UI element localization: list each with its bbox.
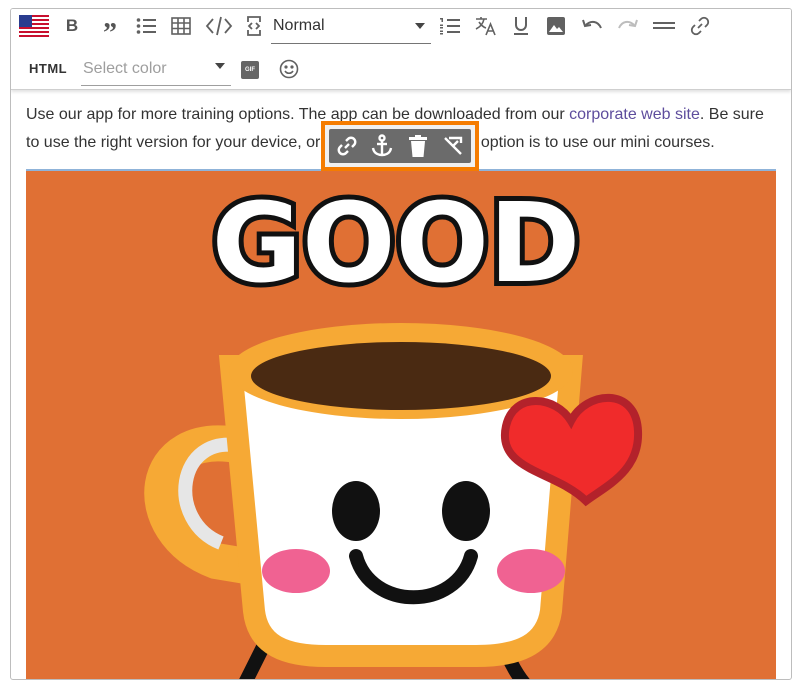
format-select-value: Normal bbox=[273, 17, 325, 34]
embedded-image[interactable]: GOOD bbox=[26, 169, 776, 679]
html-button[interactable]: HTML bbox=[29, 61, 67, 76]
corporate-link[interactable]: corporate web site bbox=[569, 106, 700, 123]
emoji-icon[interactable] bbox=[278, 58, 300, 85]
color-select-input[interactable] bbox=[81, 59, 205, 79]
good-text: GOOD bbox=[212, 179, 581, 307]
undo-icon[interactable] bbox=[579, 13, 605, 39]
paragraph-format-select[interactable]: Normal bbox=[271, 13, 431, 44]
code-icon[interactable] bbox=[204, 13, 234, 39]
link-popup-inner bbox=[329, 129, 471, 163]
quote-button[interactable]: ” bbox=[97, 13, 123, 48]
delete-icon[interactable] bbox=[404, 132, 432, 160]
editor-toolbar: B ” Normal HTML Select color GIF bbox=[11, 9, 791, 90]
bold-button[interactable]: B bbox=[59, 13, 85, 39]
horizontal-rule-icon[interactable] bbox=[651, 13, 677, 39]
numbered-list-icon[interactable] bbox=[437, 13, 463, 39]
us-flag-icon[interactable] bbox=[17, 13, 51, 39]
image-icon[interactable] bbox=[543, 13, 569, 39]
chevron-down-icon bbox=[415, 23, 425, 29]
color-select[interactable] bbox=[81, 55, 231, 86]
gif-button[interactable]: GIF bbox=[241, 61, 259, 79]
code-block-icon[interactable] bbox=[241, 13, 267, 39]
translate-icon[interactable] bbox=[473, 13, 499, 39]
editor-frame: B ” Normal HTML Select color GIF Use our… bbox=[10, 8, 792, 680]
table-icon[interactable] bbox=[168, 13, 194, 39]
underline-icon[interactable] bbox=[508, 13, 534, 39]
coffee-cup-illustration: GOOD bbox=[26, 171, 776, 679]
bulleted-list-icon[interactable] bbox=[133, 13, 159, 39]
chevron-down-icon bbox=[215, 63, 225, 69]
paragraph-text: Use our app for more training options. T… bbox=[26, 106, 570, 123]
edit-link-icon[interactable] bbox=[333, 132, 361, 160]
link-popup-toolbar bbox=[321, 121, 479, 171]
remove-link-icon[interactable] bbox=[439, 132, 467, 160]
anchor-icon[interactable] bbox=[368, 132, 396, 160]
redo-icon[interactable] bbox=[615, 13, 641, 39]
link-icon[interactable] bbox=[687, 13, 713, 39]
